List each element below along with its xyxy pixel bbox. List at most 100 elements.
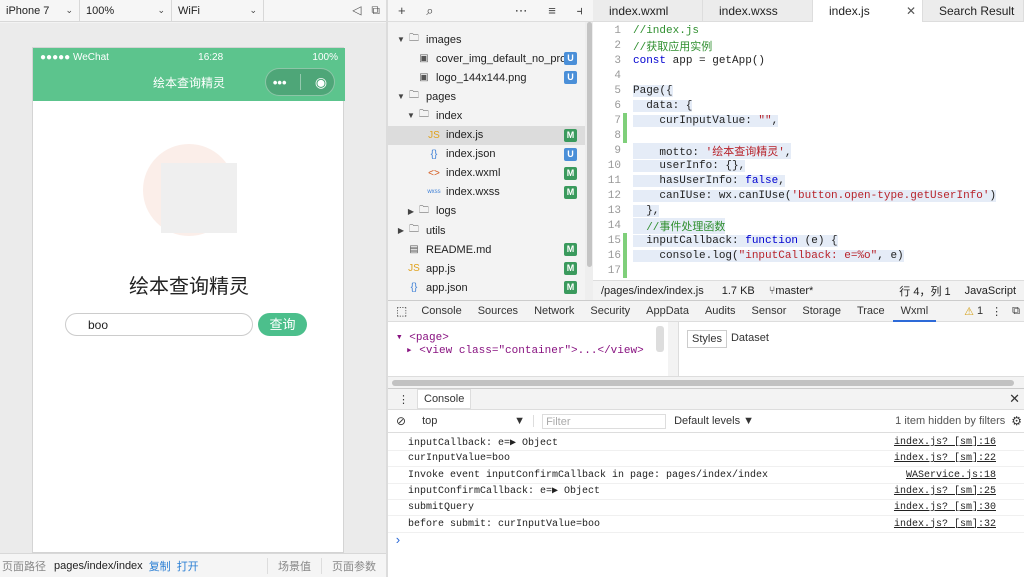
devtools-tab-network[interactable]: Network	[526, 300, 582, 322]
capsule-menu[interactable]: ••• ◉	[265, 68, 335, 96]
file-tree-item[interactable]: ▣ cover_img_default_no_pro... U	[388, 49, 585, 68]
code-line[interactable]: 14 //事件处理函数	[593, 217, 1024, 234]
more-icon[interactable]: ⋮	[991, 305, 1002, 318]
device-select[interactable]: iPhone 7 ⌄	[0, 0, 80, 22]
file-tree-item[interactable]: ▶ 🗀 utils	[388, 221, 585, 240]
wxml-node-view[interactable]: ▸ <view class="container">...</view>	[406, 343, 644, 357]
devtools-tab-storage[interactable]: Storage	[794, 300, 849, 322]
inspect-icon[interactable]: ⬚	[388, 304, 413, 318]
log-source-link[interactable]: WAService.js:18	[906, 470, 996, 481]
code-line[interactable]: 17	[593, 263, 1024, 278]
copy-link[interactable]: 复制	[149, 558, 171, 574]
file-tree-scrollbar[interactable]	[585, 22, 593, 300]
file-tree-item[interactable]: ▣ logo_144x144.png U	[388, 68, 585, 87]
tab-dataset[interactable]: Dataset	[727, 330, 773, 348]
more-icon[interactable]: ⋯	[515, 3, 528, 19]
dock-icon[interactable]: ⧉	[1012, 305, 1020, 318]
file-tree-item[interactable]: ▼ 🗀 pages	[388, 87, 585, 106]
more-icon[interactable]: •••	[273, 75, 287, 90]
rotate-icon[interactable]: ⧉	[371, 3, 380, 18]
search-button[interactable]: 查询	[258, 313, 307, 336]
page-params-button[interactable]: 页面参数	[321, 557, 386, 574]
add-icon[interactable]: +	[398, 3, 406, 18]
file-tree-item[interactable]: {} app.json M	[388, 278, 585, 297]
close-icon[interactable]: ✕	[1009, 391, 1020, 407]
context-select[interactable]: top ▼	[414, 415, 535, 427]
code-line[interactable]: 4	[593, 68, 1024, 83]
code-line[interactable]: 1 //index.js	[593, 23, 1024, 38]
wxml-node-page[interactable]: ▾ <page>	[396, 330, 449, 344]
tab-styles[interactable]: Styles	[687, 330, 727, 348]
code-line[interactable]: 8	[593, 128, 1024, 143]
file-tree-item[interactable]: ▤ README.md M	[388, 240, 585, 259]
code-line[interactable]: 16 console.log("inputCallback: e=%o", e)	[593, 248, 1024, 263]
devtools-tab-wxml[interactable]: Wxml	[892, 300, 937, 322]
file-tree-item[interactable]: {} index.json U	[388, 145, 585, 164]
json-icon: {}	[410, 282, 418, 294]
log-source-link[interactable]: index.js? [sm]:25	[894, 486, 996, 497]
horizontal-scrollbar[interactable]	[388, 376, 1024, 388]
log-source-link[interactable]: index.js? [sm]:16	[894, 437, 996, 448]
devtools-tab-security[interactable]: Security	[582, 300, 638, 322]
file-tree-item[interactable]: <> index.wxml M	[388, 164, 585, 183]
open-link[interactable]: 打开	[177, 558, 199, 574]
drawer-menu-icon[interactable]: ⋮	[388, 393, 417, 406]
code-line[interactable]: 12 canIUse: wx.canIUse('button.open-type…	[593, 188, 1024, 203]
code-line[interactable]: 13 },	[593, 203, 1024, 218]
devtools-tab-console[interactable]: Console	[413, 300, 469, 322]
close-mini-program-icon[interactable]: ◉	[315, 74, 327, 91]
code-line[interactable]: 11 hasUserInfo: false,	[593, 173, 1024, 188]
code-line[interactable]: 3 const app = getApp()	[593, 53, 1024, 68]
devtools-tab-trace[interactable]: Trace	[849, 300, 893, 322]
log-source-link[interactable]: index.js? [sm]:22	[894, 453, 996, 464]
zoom-select[interactable]: 100% ⌄	[80, 0, 172, 22]
devtools-tab-sensor[interactable]: Sensor	[744, 300, 795, 322]
code-line[interactable]: 5 Page({	[593, 83, 1024, 98]
console-tab[interactable]: Console	[417, 389, 472, 409]
file-tree-item[interactable]: ▼ 🗀 index	[388, 106, 585, 125]
close-icon[interactable]: ✕	[906, 4, 916, 18]
language-mode[interactable]: JavaScript	[965, 285, 1016, 297]
console-prompt[interactable]: ›	[394, 533, 402, 548]
tab-index-wxss[interactable]: index.wxss	[703, 0, 813, 22]
git-branch[interactable]: master*	[775, 285, 813, 297]
mute-icon[interactable]: ◁	[352, 3, 361, 18]
code-line[interactable]: 2 //获取应用实例	[593, 38, 1024, 54]
devtools-tab-appdata[interactable]: AppData	[638, 300, 697, 322]
warning-count[interactable]: 1	[977, 305, 983, 317]
network-select[interactable]: WiFi ⌄	[172, 0, 264, 22]
tab-index-wxml[interactable]: index.wxml	[593, 0, 703, 22]
styles-pane: Styles Dataset	[678, 322, 1024, 376]
code-line[interactable]: 15 inputCallback: function (e) {	[593, 233, 1024, 248]
devtools-tab-audits[interactable]: Audits	[697, 300, 744, 322]
file-tree-toolbar: + ⌕ ⋯ ≡ ⫞	[388, 0, 593, 22]
clear-console-icon[interactable]: ⊘	[388, 414, 414, 428]
file-tree-item[interactable]: JS app.js M	[388, 259, 585, 278]
code-line[interactable]: 9 motto: '绘本查询精灵',	[593, 142, 1024, 159]
code-line[interactable]: 7 curInputValue: "",	[593, 113, 1024, 128]
search-input[interactable]: boo	[65, 313, 253, 336]
collapse-icon[interactable]: ≡	[548, 3, 556, 18]
console-log-entry: Invoke event inputConfirmCallback in pag…	[388, 468, 1024, 484]
file-tree-item[interactable]: wxss index.wxss M	[388, 183, 585, 202]
devtools-tab-sources[interactable]: Sources	[470, 300, 526, 322]
code-line[interactable]: 10 userInfo: {},	[593, 158, 1024, 173]
search-icon[interactable]: ⌕	[426, 3, 433, 19]
split-icon[interactable]: ⫞	[576, 3, 583, 19]
scene-value-button[interactable]: 场景值	[267, 557, 321, 574]
log-source-link[interactable]: index.js? [sm]:32	[894, 519, 996, 530]
file-tree-item[interactable]: ▶ 🗀 logs	[388, 202, 585, 221]
log-levels-select[interactable]: Default levels ▼	[674, 415, 754, 427]
code-line[interactable]: 6 data: {	[593, 98, 1024, 113]
settings-icon[interactable]: ⚙	[1011, 414, 1022, 428]
wxml-scrollbar[interactable]	[656, 326, 664, 352]
cursor-position[interactable]: 行 4，列 1	[899, 283, 950, 299]
tab-index-js[interactable]: index.js ✕	[813, 0, 923, 22]
filter-input[interactable]: Filter	[542, 413, 667, 429]
caret-down-icon: ▼	[397, 92, 405, 102]
file-tree-item[interactable]: JS index.js M	[388, 125, 585, 145]
tab-search-result[interactable]: Search Result	[923, 0, 1024, 22]
file-tree-item[interactable]: ▼ 🗀 images	[388, 30, 585, 49]
log-source-link[interactable]: index.js? [sm]:30	[894, 502, 996, 513]
code-editor[interactable]: 1 //index.js 2 //获取应用实例 3 const app = getApp(…	[593, 22, 1024, 280]
